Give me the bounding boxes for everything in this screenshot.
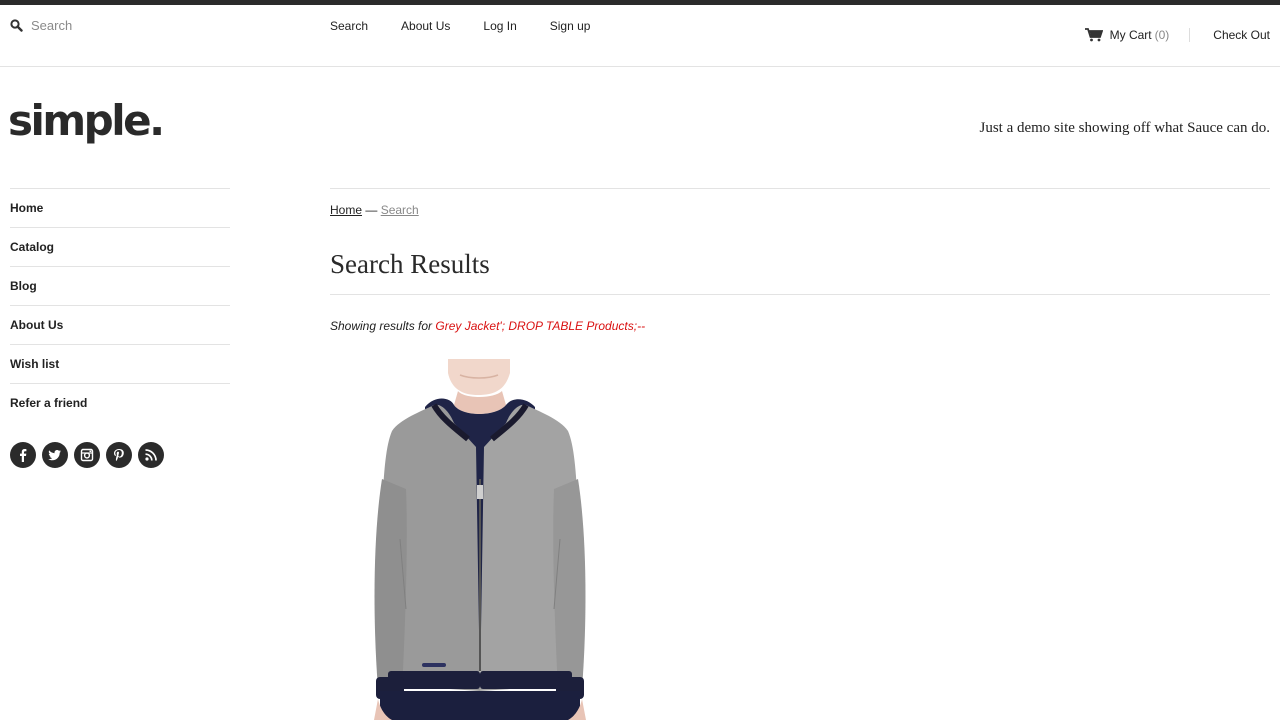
site-logo[interactable]: simple. (8, 96, 165, 146)
breadcrumb-separator: — (365, 203, 378, 217)
product-image[interactable] (330, 359, 630, 720)
sidebar-item-refer-a-friend[interactable]: Refer a friend (10, 384, 230, 423)
search-query: Grey Jacket'; DROP TABLE Products;-- (435, 319, 646, 333)
search-box (10, 18, 231, 33)
cart-count: (0) (1154, 28, 1170, 42)
breadcrumb-home-link[interactable]: Home (330, 203, 362, 217)
pinterest-icon[interactable] (106, 442, 132, 468)
search-icon[interactable] (10, 19, 23, 32)
sidebar-item-blog[interactable]: Blog (10, 267, 230, 306)
nav-about-us-link[interactable]: About Us (401, 19, 450, 33)
divider (1189, 28, 1191, 42)
breadcrumb-current-link[interactable]: Search (381, 203, 419, 217)
cart-area: My Cart (0) Check Out (1084, 28, 1270, 42)
page-title: Search Results (330, 249, 1270, 295)
header: Search About Us Log In Sign up My Cart(0… (0, 5, 1280, 67)
site-tagline: Just a demo site showing off what Sauce … (979, 120, 1270, 136)
sidebar-nav: Home Catalog Blog About Us Wish list Ref… (10, 188, 230, 423)
instagram-icon[interactable] (74, 442, 100, 468)
facebook-icon[interactable] (10, 442, 36, 468)
nav-sign-up-link[interactable]: Sign up (550, 19, 591, 33)
sidebar-item-wish-list[interactable]: Wish list (10, 345, 230, 384)
sidebar-item-home[interactable]: Home (10, 189, 230, 228)
nav-log-in-link[interactable]: Log In (483, 19, 516, 33)
search-input[interactable] (31, 18, 231, 33)
cart-icon[interactable] (1084, 28, 1103, 42)
breadcrumb: Home — Search (330, 203, 1270, 217)
sidebar-item-about-us[interactable]: About Us (10, 306, 230, 345)
sidebar-item-catalog[interactable]: Catalog (10, 228, 230, 267)
twitter-icon[interactable] (42, 442, 68, 468)
nav-search-link[interactable]: Search (330, 19, 368, 33)
results-prefix: Showing results for (330, 319, 433, 333)
my-cart-label: My Cart (1109, 28, 1152, 42)
check-out-link[interactable]: Check Out (1213, 28, 1270, 42)
jacket-product-photo (330, 359, 630, 720)
my-cart-link[interactable]: My Cart (0) (1110, 28, 1170, 42)
rss-icon[interactable] (138, 442, 164, 468)
main-content: Home — Search Search Results Showing res… (330, 188, 1270, 333)
results-summary: Showing results for Grey Jacket'; DROP T… (330, 319, 1270, 333)
top-nav: Search About Us Log In Sign up (330, 19, 623, 33)
social-links (10, 442, 164, 468)
